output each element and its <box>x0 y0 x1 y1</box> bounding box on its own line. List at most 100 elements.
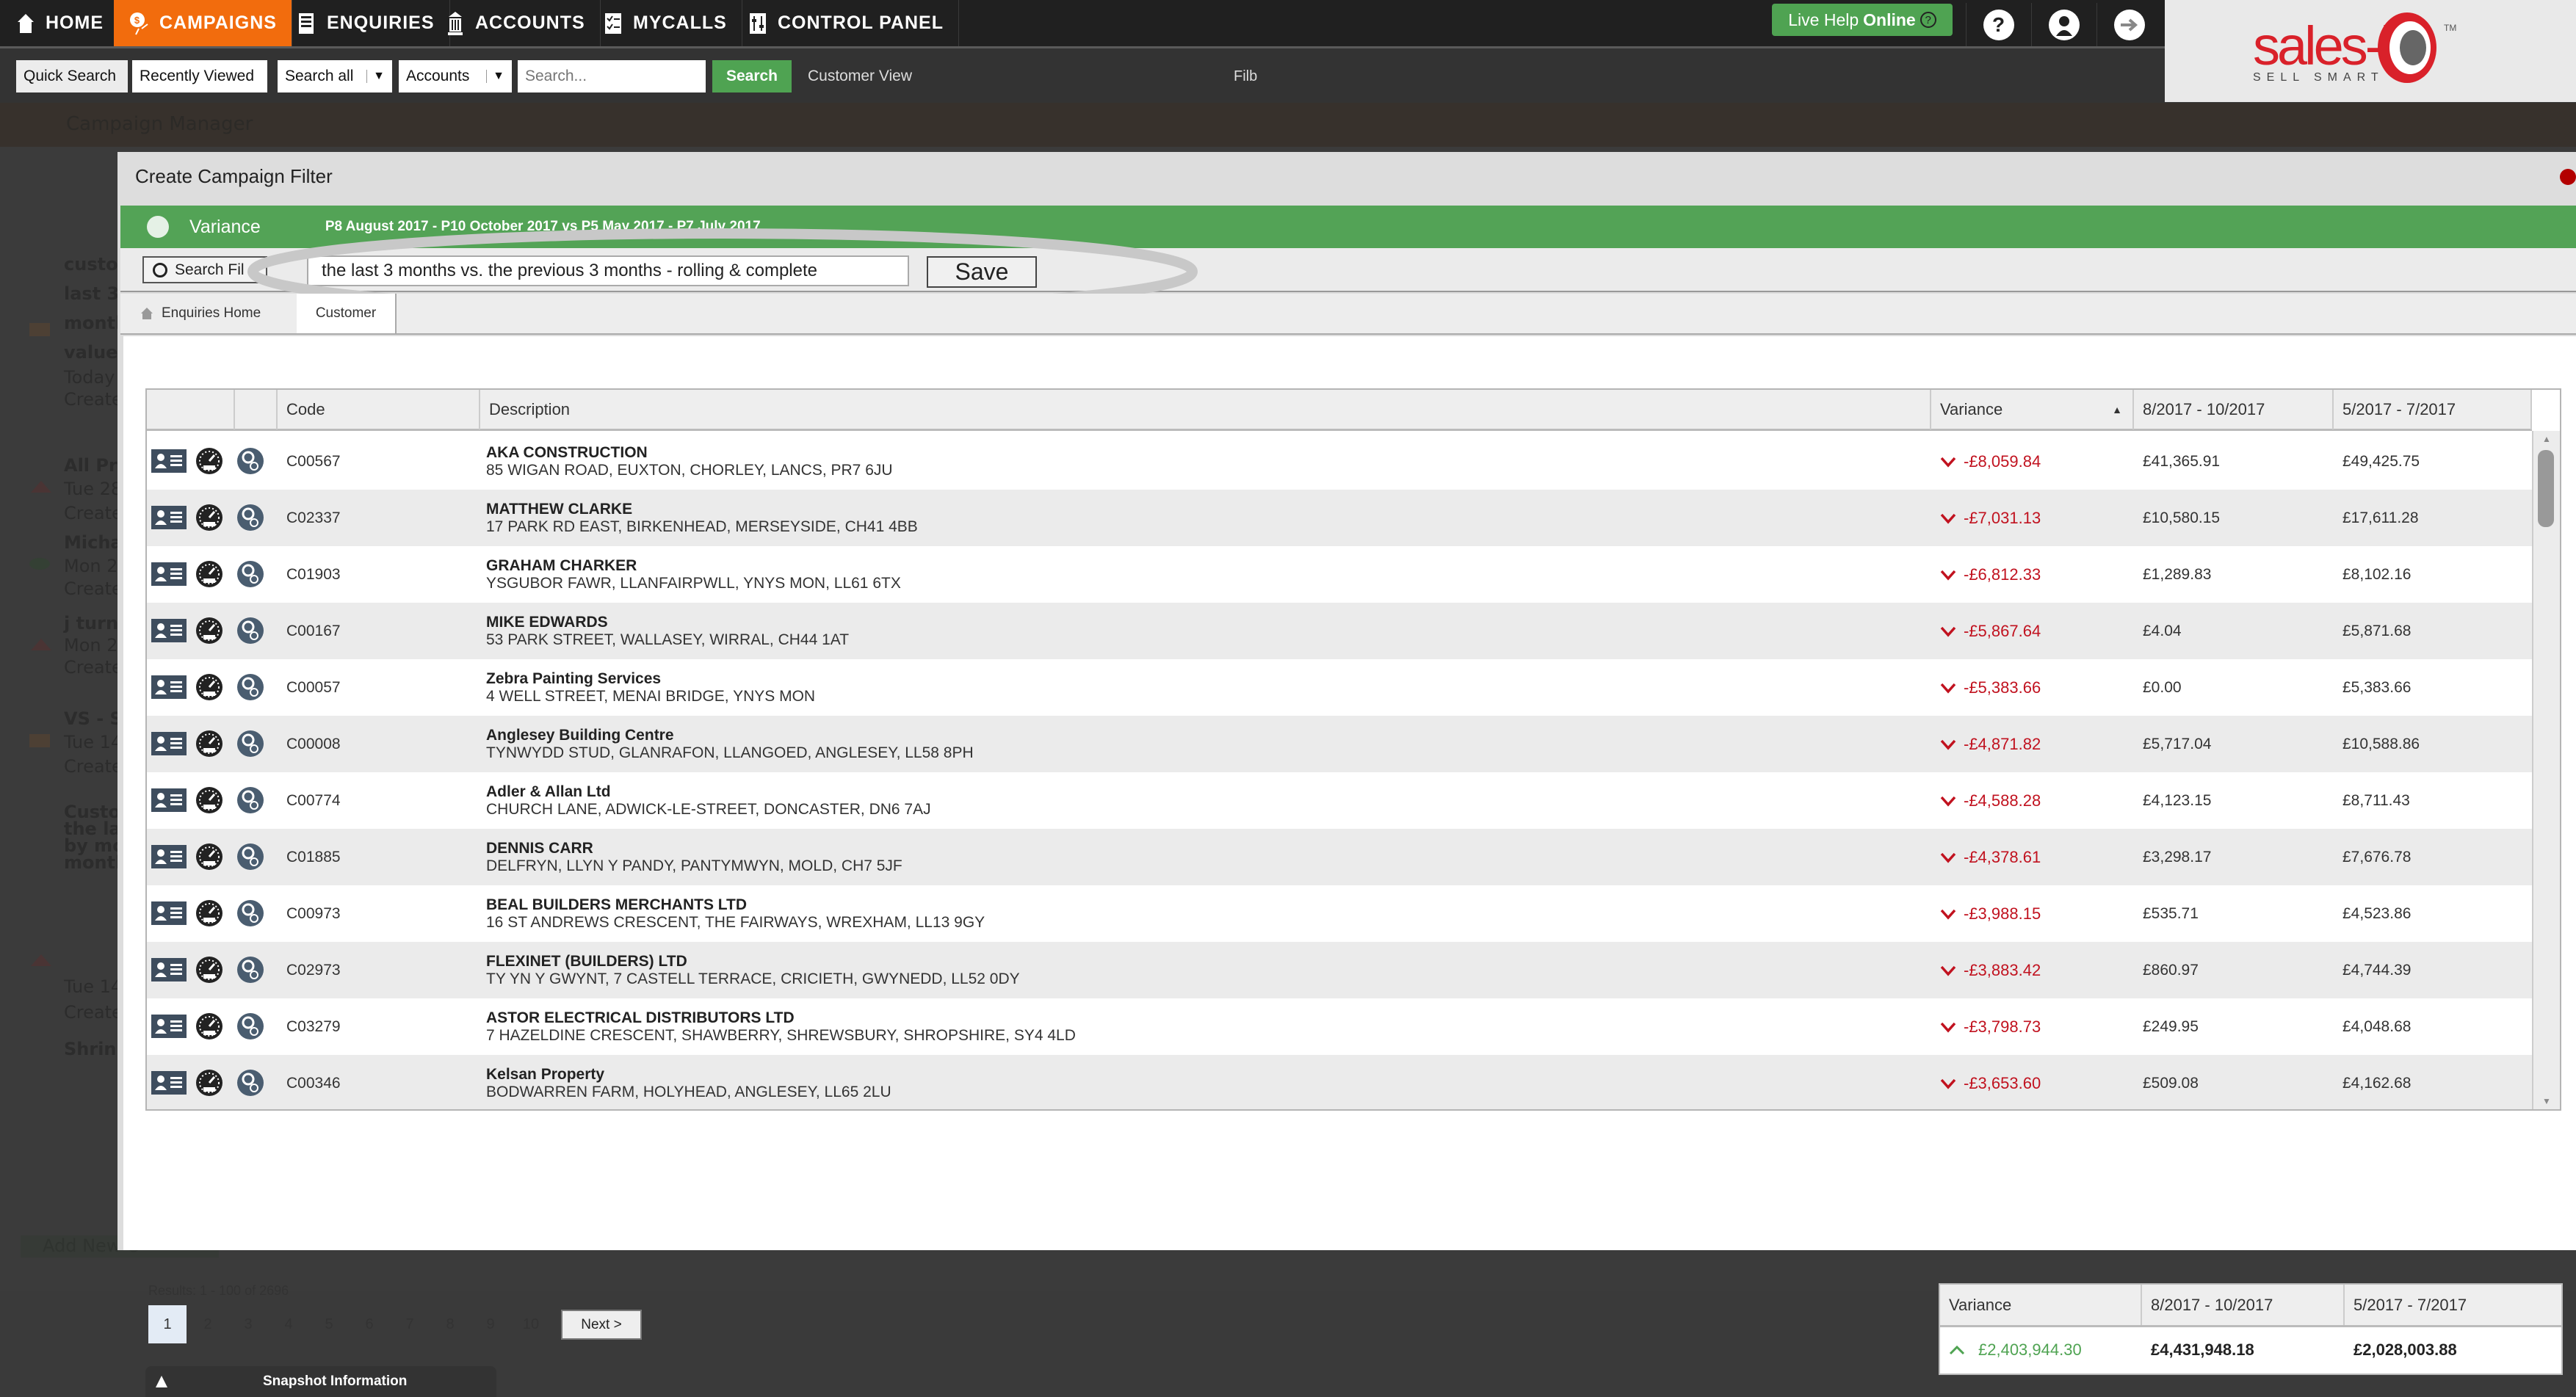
customer-card-icon[interactable] <box>151 901 187 925</box>
contacts-icon[interactable] <box>236 786 264 814</box>
header-previous-period[interactable]: 5/2017 - 7/2017 <box>2334 390 2532 429</box>
customer-name[interactable]: Zebra Painting Services <box>486 670 1925 688</box>
table-row[interactable]: C02337 MATTHEW CLARKE 17 PARK RD EAST, B… <box>147 490 2532 546</box>
customer-card-icon[interactable] <box>151 562 187 586</box>
page-3-button[interactable]: 3 <box>229 1305 267 1343</box>
customer-card-icon[interactable] <box>151 619 187 642</box>
customer-name[interactable]: MIKE EDWARDS <box>486 614 1925 631</box>
table-row[interactable]: C03279 ASTOR ELECTRICAL DISTRIBUTORS LTD… <box>147 998 2532 1055</box>
customer-card-icon[interactable] <box>151 1071 187 1095</box>
customer-name[interactable]: ASTOR ELECTRICAL DISTRIBUTORS LTD <box>486 1009 1925 1027</box>
dashboard-gauge-icon[interactable] <box>195 1012 223 1040</box>
recently-viewed-tab[interactable]: Recently Viewed <box>132 60 267 92</box>
contacts-icon[interactable] <box>236 447 264 475</box>
contacts-icon[interactable] <box>236 899 264 927</box>
header-code[interactable]: Code <box>278 390 480 429</box>
customer-card-icon[interactable] <box>151 958 187 981</box>
contacts-icon[interactable] <box>236 843 264 871</box>
page-8-button[interactable]: 8 <box>431 1305 469 1343</box>
customer-card-icon[interactable] <box>151 732 187 755</box>
next-page-button[interactable]: Next > <box>561 1310 642 1340</box>
logout-button[interactable] <box>2096 3 2161 46</box>
page-5-button[interactable]: 5 <box>310 1305 348 1343</box>
table-row[interactable]: C00774 Adler & Allan Ltd CHURCH LANE, AD… <box>147 772 2532 829</box>
page-7-button[interactable]: 7 <box>391 1305 429 1343</box>
customer-name[interactable]: AKA CONSTRUCTION <box>486 444 1925 462</box>
customer-name[interactable]: Kelsan Property <box>486 1066 1925 1084</box>
dashboard-gauge-icon[interactable] <box>195 504 223 531</box>
table-row[interactable]: C00346 Kelsan Property BODWARREN FARM, H… <box>147 1055 2532 1109</box>
snapshot-information-toggle[interactable]: Snapshot Information <box>145 1366 496 1397</box>
nav-enquiries[interactable]: ENQUIRIES <box>281 0 450 46</box>
dashboard-gauge-icon[interactable] <box>195 899 223 927</box>
table-row[interactable]: C00008 Anglesey Building Centre TYNWYDD … <box>147 716 2532 772</box>
table-row[interactable]: C00167 MIKE EDWARDS 53 PARK STREET, WALL… <box>147 603 2532 659</box>
customer-name[interactable]: BEAL BUILDERS MERCHANTS LTD <box>486 896 1925 914</box>
customer-name[interactable]: GRAHAM CHARKER <box>486 557 1925 575</box>
scrollbar-thumb[interactable] <box>2538 450 2554 527</box>
dashboard-gauge-icon[interactable] <box>195 956 223 984</box>
dashboard-gauge-icon[interactable] <box>195 673 223 701</box>
customer-card-icon[interactable] <box>151 675 187 699</box>
search-scope-select[interactable]: Search all ▼ <box>278 60 392 92</box>
help-button[interactable]: ? <box>1966 3 2030 46</box>
table-row[interactable]: C00567 AKA CONSTRUCTION 85 WIGAN ROAD, E… <box>147 433 2532 490</box>
breadcrumb-enquiries-home[interactable]: Enquiries Home <box>140 294 261 333</box>
contacts-icon[interactable] <box>236 673 264 701</box>
page-2-button[interactable]: 2 <box>189 1305 227 1343</box>
customer-card-icon[interactable] <box>151 449 187 473</box>
table-row[interactable]: C01885 DENNIS CARR DELFRYN, LLYN Y PANDY… <box>147 829 2532 885</box>
table-row[interactable]: C01903 GRAHAM CHARKER YSGUBOR FAWR, LLAN… <box>147 546 2532 603</box>
contacts-icon[interactable] <box>236 956 264 984</box>
dashboard-gauge-icon[interactable] <box>195 1069 223 1097</box>
table-row[interactable]: C00973 BEAL BUILDERS MERCHANTS LTD 16 ST… <box>147 885 2532 942</box>
nav-control-panel[interactable]: CONTROL PANEL <box>732 0 959 46</box>
header-current-period[interactable]: 8/2017 - 10/2017 <box>2134 390 2334 429</box>
search-type-select[interactable]: Accounts ▼ <box>399 60 512 92</box>
close-icon[interactable] <box>2560 169 2576 185</box>
page-6-button[interactable]: 6 <box>350 1305 388 1343</box>
dashboard-gauge-icon[interactable] <box>195 617 223 645</box>
customer-name[interactable]: DENNIS CARR <box>486 840 1925 857</box>
breadcrumb-customer[interactable]: Customer <box>297 294 397 333</box>
customer-name[interactable]: MATTHEW CLARKE <box>486 501 1925 518</box>
nav-home[interactable]: HOME <box>0 0 119 46</box>
contacts-icon[interactable] <box>236 1069 264 1097</box>
page-9-button[interactable]: 9 <box>471 1305 510 1343</box>
dashboard-gauge-icon[interactable] <box>195 843 223 871</box>
search-input[interactable] <box>518 60 706 92</box>
quick-search-tab[interactable]: Quick Search <box>16 60 128 92</box>
contacts-icon[interactable] <box>236 560 264 588</box>
page-4-button[interactable]: 4 <box>269 1305 308 1343</box>
customer-view-link[interactable]: Customer View <box>800 60 919 92</box>
header-variance[interactable]: Variance ▲ <box>1931 390 2134 429</box>
scroll-up-arrow-icon[interactable]: ▲ <box>2542 434 2551 444</box>
contacts-icon[interactable] <box>236 617 264 645</box>
user-profile-button[interactable] <box>2031 3 2096 46</box>
customer-card-icon[interactable] <box>151 1015 187 1038</box>
customer-name[interactable]: Anglesey Building Centre <box>486 727 1925 744</box>
contacts-icon[interactable] <box>236 730 264 758</box>
dashboard-gauge-icon[interactable] <box>195 447 223 475</box>
live-help-button[interactable]: Live Help Online ? <box>1772 4 1953 36</box>
customer-card-icon[interactable] <box>151 845 187 868</box>
dashboard-gauge-icon[interactable] <box>195 730 223 758</box>
vertical-scrollbar[interactable]: ▲ ▼ <box>2532 431 2560 1109</box>
nav-mycalls[interactable]: MYCALLS <box>587 0 742 46</box>
page-1-button[interactable]: 1 <box>148 1305 187 1343</box>
table-row[interactable]: C02973 FLEXINET (BUILDERS) LTD TY YN Y G… <box>147 942 2532 998</box>
search-button[interactable]: Search <box>712 60 792 92</box>
page-10-button[interactable]: 10 <box>512 1305 550 1343</box>
nav-campaigns[interactable]: $ CAMPAIGNS <box>114 0 292 46</box>
contacts-icon[interactable] <box>236 504 264 531</box>
dashboard-gauge-icon[interactable] <box>195 786 223 814</box>
nav-accounts[interactable]: ACCOUNTS <box>430 0 601 46</box>
scroll-down-arrow-icon[interactable]: ▼ <box>2542 1096 2551 1106</box>
header-description[interactable]: Description <box>480 390 1931 429</box>
customer-name[interactable]: FLEXINET (BUILDERS) LTD <box>486 953 1925 970</box>
table-row[interactable]: C00057 Zebra Painting Services 4 WELL ST… <box>147 659 2532 716</box>
customer-card-icon[interactable] <box>151 506 187 529</box>
dashboard-gauge-icon[interactable] <box>195 560 223 588</box>
customer-card-icon[interactable] <box>151 788 187 812</box>
customer-name[interactable]: Adler & Allan Ltd <box>486 783 1925 801</box>
